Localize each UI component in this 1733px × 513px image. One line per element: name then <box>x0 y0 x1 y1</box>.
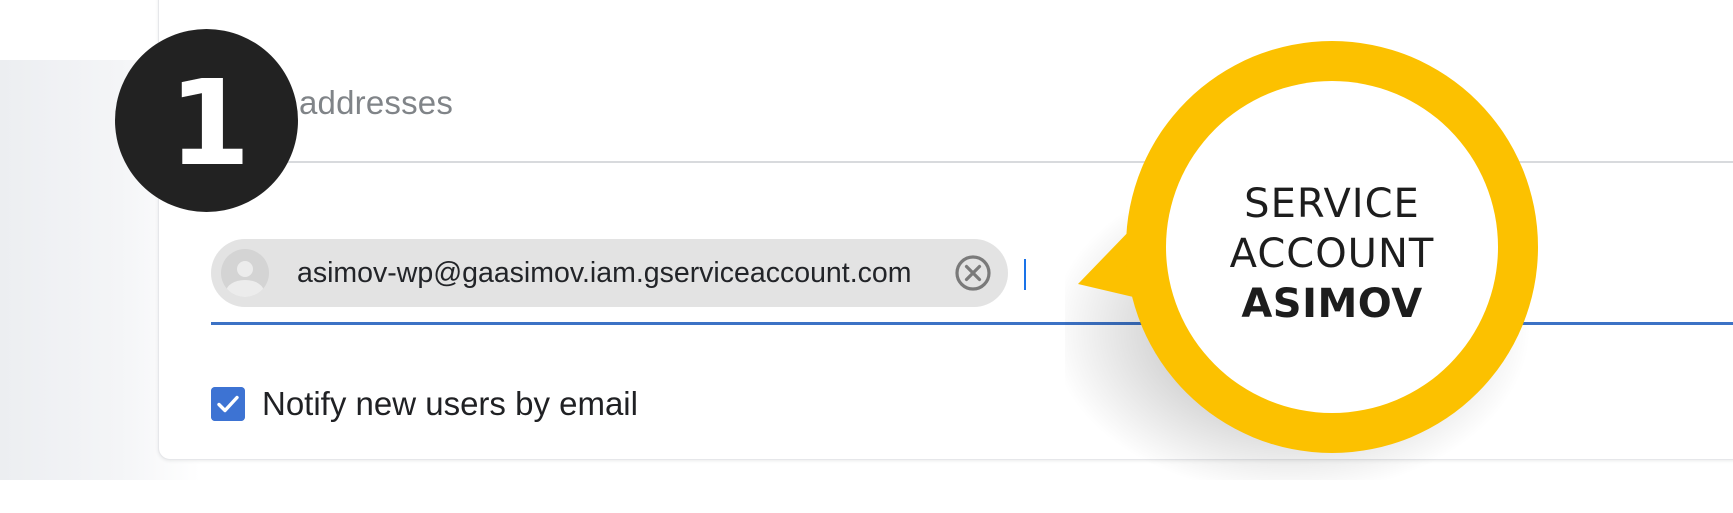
recipient-email: asimov-wp@gaasimov.iam.gserviceaccount.c… <box>297 257 912 289</box>
recipient-chip[interactable]: asimov-wp@gaasimov.iam.gserviceaccount.c… <box>211 239 1008 307</box>
notify-label: Notify new users by email <box>262 385 638 422</box>
callout-text: SERVICE ACCOUNT ASIMOV <box>1167 179 1497 329</box>
step-number: 1 <box>168 53 251 192</box>
callout-line-1: SERVICE <box>1244 181 1420 227</box>
notify-checkbox[interactable] <box>211 387 245 421</box>
callout-line-2: ACCOUNT <box>1229 231 1435 277</box>
text-cursor <box>1024 259 1026 290</box>
step-number-badge: 1 <box>115 29 298 212</box>
person-avatar-icon <box>221 249 269 297</box>
close-circle-icon[interactable] <box>953 253 993 293</box>
callout-line-3: ASIMOV <box>1241 281 1423 327</box>
section-label: addresses <box>299 84 454 121</box>
